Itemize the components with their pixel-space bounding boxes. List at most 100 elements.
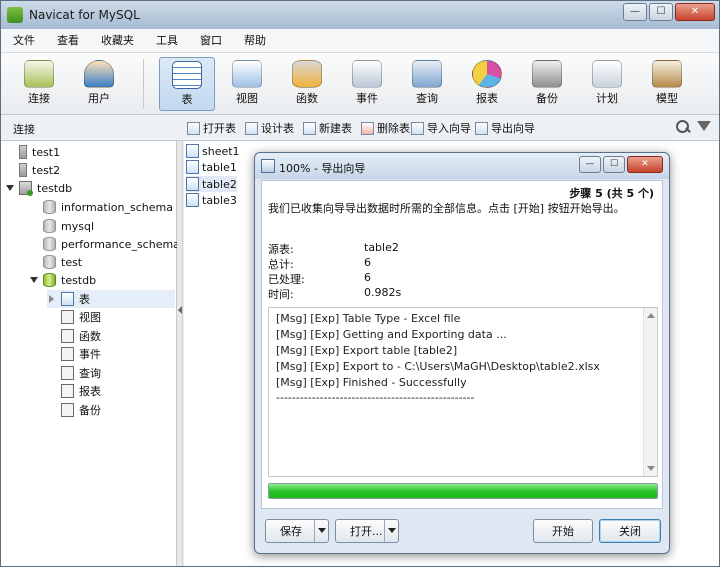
minimize-button[interactable]: — — [623, 3, 647, 21]
toolbar-label: 查询 — [416, 92, 438, 105]
event-icon — [61, 347, 74, 361]
dialog-minimize-button[interactable]: — — [579, 156, 601, 173]
toolbar-function-button[interactable]: 函数 — [279, 57, 335, 111]
tree-item-label: test1 — [32, 145, 61, 159]
title-bar[interactable]: Navicat for MySQL — ☐ ✕ — [1, 1, 719, 29]
log-scrollbar[interactable] — [643, 308, 657, 476]
toolbar-report-button[interactable]: 报表 — [459, 57, 515, 111]
backup-icon — [61, 403, 74, 417]
toolbar-label: 报表 — [476, 92, 498, 105]
tree-item-functions[interactable]: 函数 — [61, 327, 101, 345]
save-dropdown-icon[interactable] — [314, 520, 328, 542]
menu-file[interactable]: 文件 — [1, 29, 45, 52]
tree-item-label: 视图 — [79, 311, 101, 324]
menu-help[interactable]: 帮助 — [232, 29, 276, 52]
open-table-button[interactable]: 打开表 — [187, 120, 236, 136]
maximize-button[interactable]: ☐ — [649, 3, 673, 21]
function-icon — [61, 329, 74, 343]
delete-table-button[interactable]: 删除表 — [361, 120, 410, 136]
toolbar-connect-button[interactable]: 连接 — [11, 57, 67, 111]
wizard-description: 我们已收集向导导出数据时所需的全部信息。点击 [开始] 按钮开始导出。 — [268, 202, 625, 215]
dialog-close-button[interactable]: ✕ — [627, 156, 663, 173]
toolbar-separator — [143, 59, 144, 109]
tree-item-test[interactable]: test — [43, 253, 82, 271]
tree-item-views[interactable]: 视图 — [61, 308, 101, 326]
table-icon — [186, 160, 199, 174]
search-icon[interactable] — [675, 119, 691, 135]
connection-icon — [19, 145, 27, 159]
menu-window[interactable]: 窗口 — [188, 29, 232, 52]
toolbar-label: 备份 — [536, 92, 558, 105]
table-item-table2[interactable]: table2 — [186, 176, 237, 192]
dialog-window-controls: — ☐ ✕ — [579, 156, 663, 173]
toolbar-table-button[interactable]: 表 — [159, 57, 215, 111]
toolbar-backup-button[interactable]: 备份 — [519, 57, 575, 111]
tree-item-backups[interactable]: 备份 — [61, 401, 101, 419]
window-title: Navicat for MySQL — [29, 8, 140, 22]
save-button[interactable]: 保存 — [265, 519, 329, 543]
table-item-sheet1[interactable]: sheet1 — [186, 143, 240, 159]
scroll-up-icon[interactable] — [647, 313, 655, 318]
info-value: 6 — [364, 256, 371, 269]
new-table-button[interactable]: 新建表 — [303, 120, 352, 136]
start-button[interactable]: 开始 — [533, 519, 593, 543]
connection-icon — [19, 163, 27, 177]
pane-splitter[interactable] — [177, 141, 183, 566]
tree-item-test2[interactable]: test2 — [19, 161, 60, 179]
design-table-button[interactable]: 设计表 — [245, 120, 294, 136]
tree-item-testdb-connection[interactable]: testdb — [5, 179, 72, 197]
connection-open-icon — [19, 181, 33, 196]
log-line: [Msg] [Exp] Getting and Exporting data .… — [276, 328, 507, 341]
collapse-arrow-icon[interactable] — [5, 183, 15, 193]
tree-item-performance-schema[interactable]: performance_schema — [43, 235, 180, 253]
table-name: table2 — [202, 177, 237, 191]
scroll-down-icon[interactable] — [647, 466, 655, 471]
import-wizard-button[interactable]: 导入向导 — [411, 120, 471, 136]
open-button[interactable]: 打开... — [335, 519, 399, 543]
open-dropdown-icon[interactable] — [384, 520, 398, 542]
export-progress-bar — [268, 483, 658, 499]
database-icon — [43, 237, 56, 251]
menu-view[interactable]: 查看 — [45, 29, 89, 52]
toolbar-view-button[interactable]: 视图 — [219, 57, 275, 111]
menu-tools[interactable]: 工具 — [144, 29, 188, 52]
log-output[interactable]: [Msg] [Exp] Table Type - Excel file [Msg… — [268, 307, 658, 477]
log-line: [Msg] [Exp] Export to - C:\Users\MaGH\De… — [276, 360, 600, 373]
toolbar-query-button[interactable]: 查询 — [399, 57, 455, 111]
table-icon — [61, 292, 74, 306]
dialog-title-bar[interactable]: 100% - 导出向导 — ☐ ✕ — [255, 153, 669, 179]
dialog-maximize-button[interactable]: ☐ — [603, 156, 625, 173]
connection-tree: test1 test2 testdb information_schema my… — [1, 141, 180, 566]
log-line: [Msg] [Exp] Export table [table2] — [276, 344, 458, 357]
filter-icon[interactable] — [697, 121, 711, 131]
log-line: [Msg] [Exp] Finished - Successfully — [276, 376, 467, 389]
tree-item-reports[interactable]: 报表 — [61, 382, 101, 400]
table-item-table3[interactable]: table3 — [186, 192, 237, 208]
tree-item-label: test2 — [32, 163, 61, 177]
tree-item-testdb-database[interactable]: testdb — [29, 271, 96, 289]
view-icon — [232, 60, 262, 88]
info-key: 已处理: — [268, 273, 305, 286]
close-button[interactable]: ✕ — [675, 3, 715, 21]
toolbar-schedule-button[interactable]: 计划 — [579, 57, 635, 111]
tree-item-information-schema[interactable]: information_schema — [43, 198, 173, 216]
tree-item-tables[interactable]: 表 — [47, 290, 175, 308]
tree-item-label: 查询 — [79, 367, 101, 380]
toolbar-user-button[interactable]: 用户 — [71, 57, 127, 111]
collapse-left-icon[interactable] — [178, 306, 182, 314]
model-icon — [652, 60, 682, 88]
info-key: 总计: — [268, 258, 294, 271]
toolbar-event-button[interactable]: 事件 — [339, 57, 395, 111]
tree-item-queries[interactable]: 查询 — [61, 364, 101, 382]
toolbar-model-button[interactable]: 模型 — [639, 57, 695, 111]
close-dialog-button[interactable]: 关闭 — [599, 519, 661, 543]
table-item-table1[interactable]: table1 — [186, 159, 237, 175]
expand-arrow-icon[interactable] — [47, 294, 57, 304]
menu-favorites[interactable]: 收藏夹 — [89, 29, 144, 52]
tree-item-events[interactable]: 事件 — [61, 345, 101, 363]
save-label: 保存 — [280, 525, 302, 538]
export-wizard-button[interactable]: 导出向导 — [475, 120, 535, 136]
tree-item-test1[interactable]: test1 — [19, 143, 60, 161]
tree-item-mysql[interactable]: mysql — [43, 217, 94, 235]
collapse-arrow-icon[interactable] — [29, 275, 39, 285]
